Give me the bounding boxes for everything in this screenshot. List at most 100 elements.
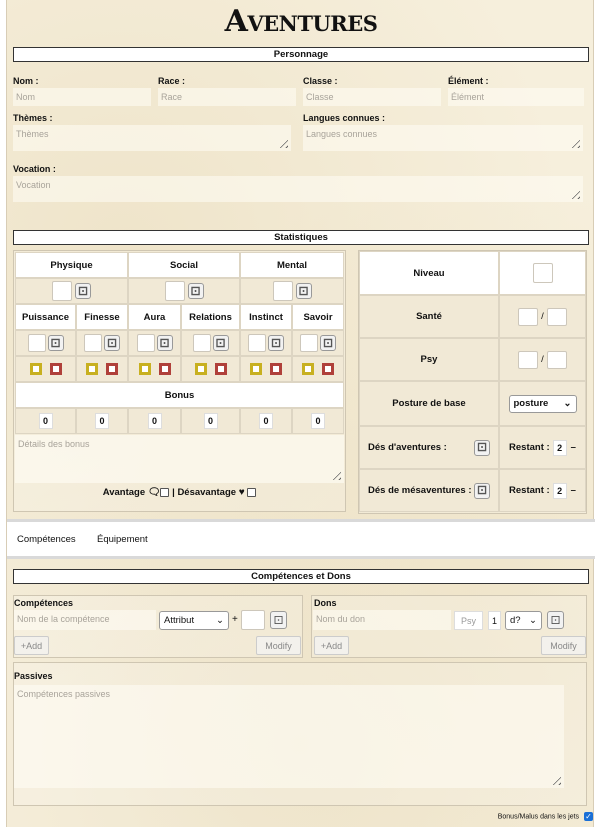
red-mark[interactable] [322,363,334,375]
red-mark[interactable] [214,363,227,375]
competence-add-button[interactable]: +Add [14,636,49,655]
social-input[interactable] [164,281,185,301]
themes-label: Thèmes : [13,113,53,123]
restant-aventures-input[interactable]: 2 [552,439,567,456]
psy-max-input[interactable] [546,350,567,369]
posture-select[interactable]: posture ⌄ [508,394,577,413]
resize-handle-icon[interactable] [568,136,580,148]
dice-icon[interactable]: ⚀ [156,335,173,351]
dice-icon[interactable]: ⚀ [547,611,564,629]
dice-icon[interactable]: ⚀ [75,283,91,299]
attr-savoir: Savoir [292,304,344,330]
langues-textarea[interactable]: Langues connues [303,125,583,151]
bonus-details-textarea[interactable]: Détails des bonus [15,435,344,483]
section-title-personnage: Personnage [13,47,589,62]
resize-handle-icon[interactable] [549,773,561,785]
nom-input[interactable]: Nom [13,88,151,106]
dice-icon[interactable]: ⚀ [474,482,490,499]
don-name-input[interactable]: Nom du don [313,610,451,630]
dice-icon[interactable]: ⚀ [212,335,229,351]
yellow-mark[interactable] [138,363,151,375]
competences-title: Compétences [14,598,74,608]
nom-label: Nom : [13,76,39,86]
red-mark[interactable] [270,363,282,375]
aura-input[interactable] [136,334,155,352]
section-title-competences-dons: Compétences et Dons [13,569,589,584]
attribut-select[interactable]: Attribut ⌄ [159,611,229,630]
yellow-mark[interactable] [250,363,262,375]
competence-name-input[interactable]: Nom de la compétence [14,610,156,630]
don-count-input[interactable]: 1 [488,611,501,630]
minus-icon[interactable]: – [571,442,576,453]
dice-icon[interactable]: ⚀ [104,335,120,351]
yellow-mark[interactable] [302,363,314,375]
red-mark[interactable] [49,363,62,375]
resize-handle-icon[interactable] [276,136,288,148]
race-input[interactable]: Race [158,88,296,106]
physique-input[interactable] [52,281,72,301]
separator: | [172,487,175,499]
classe-input[interactable]: Classe [303,88,441,106]
element-input[interactable]: Élément [448,88,584,106]
desavantage-checkbox[interactable] [247,488,257,497]
bonus-instinct[interactable]: 0 [259,413,273,429]
dice-icon[interactable]: ⚀ [474,439,490,456]
bonus-puissance[interactable]: 0 [38,413,53,429]
group-social-row: ⚀ [128,278,240,304]
vocation-textarea[interactable]: Vocation [13,176,583,202]
avantage-checkbox[interactable] [160,488,170,497]
bonus-finesse[interactable]: 0 [95,413,109,429]
minus-icon[interactable]: – [571,485,576,496]
dice-icon[interactable]: ⚀ [295,283,312,299]
dice-icon[interactable]: ⚀ [268,335,284,351]
don-psy-input[interactable]: Psy [454,611,483,630]
sante-current-input[interactable] [518,307,539,326]
dice-icon[interactable]: ⚀ [187,283,204,299]
puissance-input[interactable] [27,334,46,352]
yellow-mark[interactable] [86,363,98,375]
red-mark[interactable] [158,363,171,375]
resize-handle-icon[interactable] [329,468,341,480]
sante-max-input[interactable] [546,307,567,326]
niveau-input[interactable] [532,263,553,283]
competence-bonus-input[interactable] [241,610,265,630]
attr-marks [128,356,181,382]
competence-modify-button[interactable]: Modify [256,636,301,655]
yellow-mark[interactable] [194,363,207,375]
bonus-relations[interactable]: 0 [203,413,218,429]
tab-competences[interactable]: Compétences [17,534,76,545]
bonus-header: Bonus [15,382,344,408]
sante-label: Santé [359,295,499,338]
yellow-mark[interactable] [29,363,42,375]
restant-mesaventures-input[interactable]: 2 [552,482,567,499]
dice-icon[interactable]: ⚀ [320,335,336,351]
attr-row: ⚀ [181,330,240,356]
don-modify-button[interactable]: Modify [541,636,586,655]
dice-icon[interactable]: ⚀ [270,611,287,629]
attr-row: ⚀ [15,330,76,356]
finesse-input[interactable] [84,334,102,352]
bonus-aura[interactable]: 0 [147,413,162,429]
themes-textarea[interactable]: Thèmes [13,125,291,151]
chevron-down-icon: ⌄ [216,615,224,626]
don-add-button[interactable]: +Add [314,636,349,655]
des-mesaventures-label: Dés de mésaventures : [368,485,472,496]
psy-current-input[interactable] [518,350,539,369]
dice-icon[interactable]: ⚀ [47,335,64,351]
tab-equipement[interactable]: Équipement [97,534,148,545]
red-mark[interactable] [106,363,118,375]
bonus-malus-label: Bonus/Malus dans les jets [497,813,580,821]
savoir-input[interactable] [300,334,318,352]
don-dice-select[interactable]: d? ⌄ [505,611,542,630]
tab-bar: Compétences Équipement [7,519,595,559]
instinct-input[interactable] [248,334,266,352]
resize-handle-icon[interactable] [568,187,580,199]
attr-row: ⚀ [292,330,344,356]
desavantage-label: Désavantage [177,487,237,499]
mental-input[interactable] [272,281,293,301]
bonus-malus-checkbox[interactable]: ✓ [584,812,593,821]
passives-textarea[interactable]: Compétences passives [14,685,564,788]
bonus-savoir[interactable]: 0 [311,413,325,429]
relations-input[interactable] [192,334,211,352]
attr-row: ⚀ [76,330,128,356]
